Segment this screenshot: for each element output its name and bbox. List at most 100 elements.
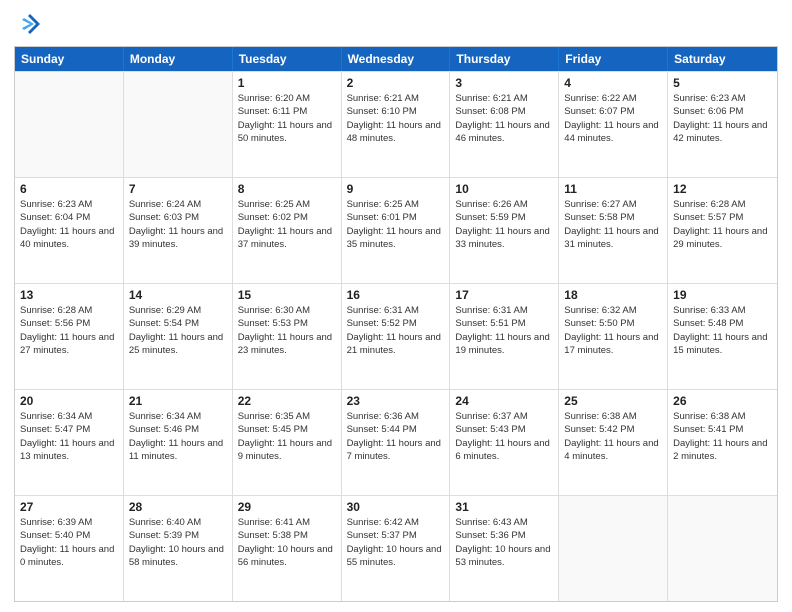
day-info: Sunrise: 6:38 AM Sunset: 5:41 PM Dayligh…: [673, 410, 772, 463]
day-number: 19: [673, 288, 772, 302]
calendar-body: 1 Sunrise: 6:20 AM Sunset: 6:11 PM Daylig…: [15, 71, 777, 601]
day-info: Sunrise: 6:20 AM Sunset: 6:11 PM Dayligh…: [238, 92, 336, 145]
day-number: 20: [20, 394, 118, 408]
day-number: 14: [129, 288, 227, 302]
day-number: 15: [238, 288, 336, 302]
calendar-cell: 19 Sunrise: 6:33 AM Sunset: 5:48 PM Dayli…: [668, 284, 777, 389]
calendar-cell: 12 Sunrise: 6:28 AM Sunset: 5:57 PM Dayli…: [668, 178, 777, 283]
calendar-cell: 14 Sunrise: 6:29 AM Sunset: 5:54 PM Dayli…: [124, 284, 233, 389]
day-info: Sunrise: 6:33 AM Sunset: 5:48 PM Dayligh…: [673, 304, 772, 357]
day-info: Sunrise: 6:43 AM Sunset: 5:36 PM Dayligh…: [455, 516, 553, 569]
calendar-cell: 18 Sunrise: 6:32 AM Sunset: 5:50 PM Dayli…: [559, 284, 668, 389]
day-number: 1: [238, 76, 336, 90]
day-of-week-header: Saturday: [668, 47, 777, 71]
calendar-cell: [559, 496, 668, 601]
calendar-cell: [668, 496, 777, 601]
day-info: Sunrise: 6:34 AM Sunset: 5:47 PM Dayligh…: [20, 410, 118, 463]
calendar-cell: 5 Sunrise: 6:23 AM Sunset: 6:06 PM Daylig…: [668, 72, 777, 177]
day-info: Sunrise: 6:24 AM Sunset: 6:03 PM Dayligh…: [129, 198, 227, 251]
calendar-cell: 13Sunrise: 6:28 AM Sunset: 5:56 PM Dayli…: [15, 284, 124, 389]
calendar-cell: 10 Sunrise: 6:26 AM Sunset: 5:59 PM Dayli…: [450, 178, 559, 283]
day-info: Sunrise: 6:25 AM Sunset: 6:01 PM Dayligh…: [347, 198, 445, 251]
day-number: 23: [347, 394, 445, 408]
day-of-week-header: Monday: [124, 47, 233, 71]
calendar-cell: 25 Sunrise: 6:38 AM Sunset: 5:42 PM Dayli…: [559, 390, 668, 495]
day-number: 17: [455, 288, 553, 302]
calendar-cell: 8Sunrise: 6:25 AM Sunset: 6:02 PM Daylig…: [233, 178, 342, 283]
day-number: 18: [564, 288, 662, 302]
day-info: Sunrise: 6:27 AM Sunset: 5:58 PM Dayligh…: [564, 198, 662, 251]
day-info: Sunrise: 6:36 AM Sunset: 5:44 PM Dayligh…: [347, 410, 445, 463]
header: [14, 10, 778, 38]
calendar-cell: 7 Sunrise: 6:24 AM Sunset: 6:03 PM Daylig…: [124, 178, 233, 283]
day-number: 31: [455, 500, 553, 514]
day-info: Sunrise: 6:40 AM Sunset: 5:39 PM Dayligh…: [129, 516, 227, 569]
day-info: Sunrise: 6:21 AM Sunset: 6:10 PM Dayligh…: [347, 92, 445, 145]
day-info: Sunrise: 6:28 AM Sunset: 5:56 PM Dayligh…: [20, 304, 118, 357]
day-number: 24: [455, 394, 553, 408]
day-info: Sunrise: 6:37 AM Sunset: 5:43 PM Dayligh…: [455, 410, 553, 463]
day-info: Sunrise: 6:23 AM Sunset: 6:06 PM Dayligh…: [673, 92, 772, 145]
day-info: Sunrise: 6:32 AM Sunset: 5:50 PM Dayligh…: [564, 304, 662, 357]
calendar-row: 20 Sunrise: 6:34 AM Sunset: 5:47 PM Dayli…: [15, 389, 777, 495]
day-info: Sunrise: 6:28 AM Sunset: 5:57 PM Dayligh…: [673, 198, 772, 251]
day-of-week-header: Thursday: [450, 47, 559, 71]
calendar-cell: 2 Sunrise: 6:21 AM Sunset: 6:10 PM Daylig…: [342, 72, 451, 177]
day-number: 2: [347, 76, 445, 90]
calendar-cell: 3Sunrise: 6:21 AM Sunset: 6:08 PM Daylig…: [450, 72, 559, 177]
day-of-week-header: Tuesday: [233, 47, 342, 71]
calendar-cell: 20 Sunrise: 6:34 AM Sunset: 5:47 PM Dayli…: [15, 390, 124, 495]
logo-icon: [14, 10, 42, 38]
day-info: Sunrise: 6:42 AM Sunset: 5:37 PM Dayligh…: [347, 516, 445, 569]
day-info: Sunrise: 6:38 AM Sunset: 5:42 PM Dayligh…: [564, 410, 662, 463]
day-number: 22: [238, 394, 336, 408]
day-info: Sunrise: 6:31 AM Sunset: 5:52 PM Dayligh…: [347, 304, 445, 357]
day-number: 27: [20, 500, 118, 514]
day-info: Sunrise: 6:41 AM Sunset: 5:38 PM Dayligh…: [238, 516, 336, 569]
day-number: 5: [673, 76, 772, 90]
day-info: Sunrise: 6:26 AM Sunset: 5:59 PM Dayligh…: [455, 198, 553, 251]
day-number: 12: [673, 182, 772, 196]
calendar-cell: 30 Sunrise: 6:42 AM Sunset: 5:37 PM Dayli…: [342, 496, 451, 601]
calendar-cell: 9 Sunrise: 6:25 AM Sunset: 6:01 PM Daylig…: [342, 178, 451, 283]
calendar-row: 6 Sunrise: 6:23 AM Sunset: 6:04 PM Daylig…: [15, 177, 777, 283]
day-info: Sunrise: 6:22 AM Sunset: 6:07 PM Dayligh…: [564, 92, 662, 145]
calendar-cell: 22Sunrise: 6:35 AM Sunset: 5:45 PM Dayli…: [233, 390, 342, 495]
day-number: 16: [347, 288, 445, 302]
day-number: 6: [20, 182, 118, 196]
day-number: 9: [347, 182, 445, 196]
day-number: 25: [564, 394, 662, 408]
calendar: SundayMondayTuesdayWednesdayThursdayFrid…: [14, 46, 778, 602]
day-number: 28: [129, 500, 227, 514]
day-number: 4: [564, 76, 662, 90]
calendar-cell: 11 Sunrise: 6:27 AM Sunset: 5:58 PM Dayli…: [559, 178, 668, 283]
calendar-row: 13Sunrise: 6:28 AM Sunset: 5:56 PM Dayli…: [15, 283, 777, 389]
calendar-cell: 31 Sunrise: 6:43 AM Sunset: 5:36 PM Dayli…: [450, 496, 559, 601]
day-number: 8: [238, 182, 336, 196]
day-info: Sunrise: 6:39 AM Sunset: 5:40 PM Dayligh…: [20, 516, 118, 569]
calendar-cell: 23 Sunrise: 6:36 AM Sunset: 5:44 PM Dayli…: [342, 390, 451, 495]
calendar-cell: 16 Sunrise: 6:31 AM Sunset: 5:52 PM Dayli…: [342, 284, 451, 389]
day-number: 7: [129, 182, 227, 196]
calendar-cell: [124, 72, 233, 177]
calendar-cell: 29 Sunrise: 6:41 AM Sunset: 5:38 PM Dayli…: [233, 496, 342, 601]
day-of-week-header: Wednesday: [342, 47, 451, 71]
calendar-cell: 17 Sunrise: 6:31 AM Sunset: 5:51 PM Dayli…: [450, 284, 559, 389]
day-number: 11: [564, 182, 662, 196]
day-number: 30: [347, 500, 445, 514]
calendar-cell: 28 Sunrise: 6:40 AM Sunset: 5:39 PM Dayli…: [124, 496, 233, 601]
day-of-week-header: Sunday: [15, 47, 124, 71]
calendar-cell: 6 Sunrise: 6:23 AM Sunset: 6:04 PM Daylig…: [15, 178, 124, 283]
day-info: Sunrise: 6:31 AM Sunset: 5:51 PM Dayligh…: [455, 304, 553, 357]
calendar-cell: 24 Sunrise: 6:37 AM Sunset: 5:43 PM Dayli…: [450, 390, 559, 495]
day-number: 29: [238, 500, 336, 514]
day-info: Sunrise: 6:23 AM Sunset: 6:04 PM Dayligh…: [20, 198, 118, 251]
calendar-page: SundayMondayTuesdayWednesdayThursdayFrid…: [0, 0, 792, 612]
day-number: 10: [455, 182, 553, 196]
day-info: Sunrise: 6:29 AM Sunset: 5:54 PM Dayligh…: [129, 304, 227, 357]
day-number: 26: [673, 394, 772, 408]
calendar-cell: 27 Sunrise: 6:39 AM Sunset: 5:40 PM Dayli…: [15, 496, 124, 601]
calendar-cell: 15Sunrise: 6:30 AM Sunset: 5:53 PM Dayli…: [233, 284, 342, 389]
calendar-header: SundayMondayTuesdayWednesdayThursdayFrid…: [15, 47, 777, 71]
day-number: 21: [129, 394, 227, 408]
